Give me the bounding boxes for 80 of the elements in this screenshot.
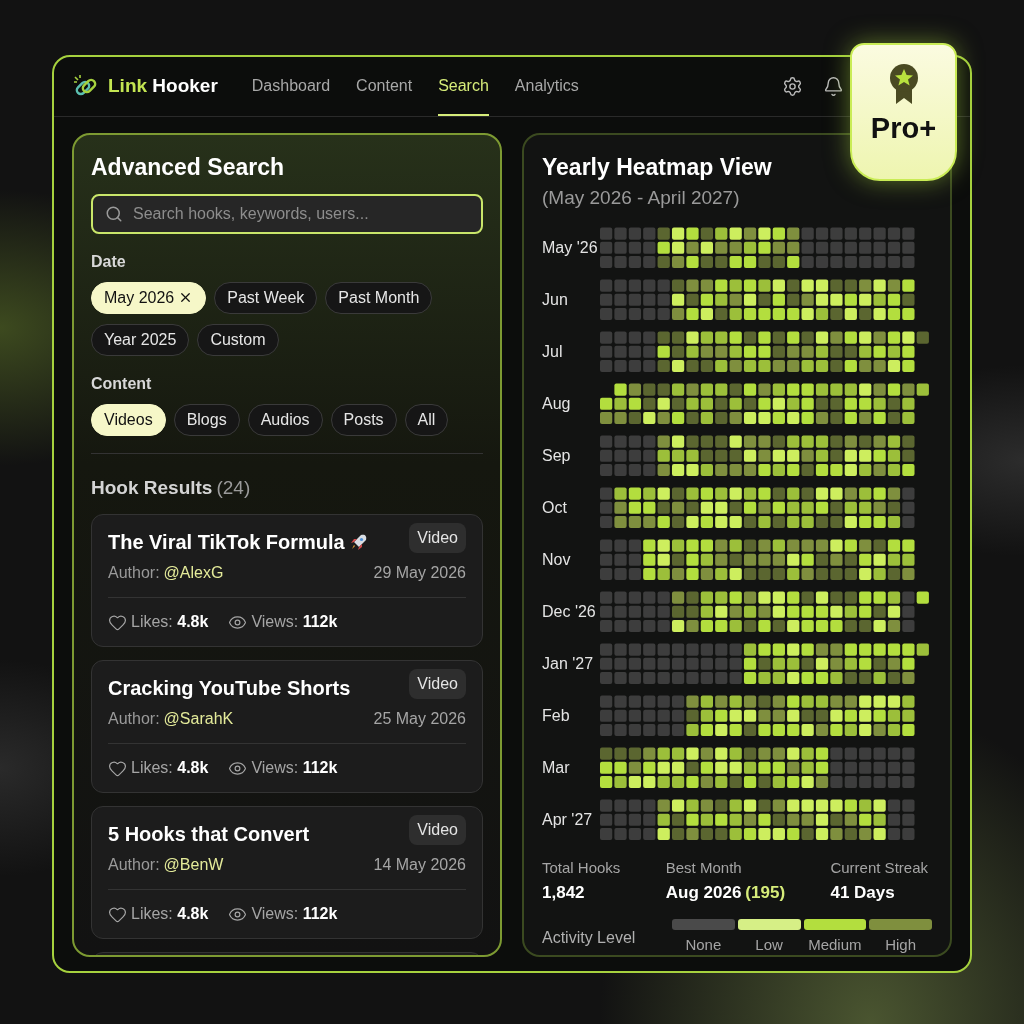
nav-tab[interactable]: Content [356, 57, 413, 116]
views-count: Views: 112k [251, 904, 338, 925]
filter-chip[interactable]: Past Month [325, 281, 433, 314]
month-label: Feb [542, 706, 571, 727]
author-link[interactable]: @SarahK [163, 707, 234, 732]
search-field[interactable]: Search hooks, keywords, users... [91, 193, 483, 234]
nav-tab[interactable]: Analytics [514, 57, 579, 116]
pro-badge[interactable]: Pro+ [850, 43, 957, 181]
likes-count: Likes: 4.8k [131, 612, 209, 633]
nav-tab[interactable]: Dashboard [251, 57, 331, 116]
filter-chip[interactable]: Posts [330, 403, 397, 436]
type-tag: Video [409, 523, 466, 554]
author-link[interactable]: @BenW [163, 853, 224, 878]
stat-label: Best Month [665, 858, 743, 879]
rocket-icon [348, 532, 369, 553]
stat-extra: (195) [745, 881, 786, 904]
month-label: Jul [542, 342, 564, 363]
likes-count: Likes: 4.8k [131, 758, 209, 779]
search-icon [105, 204, 123, 223]
legend-label: High [885, 935, 917, 955]
badge-label: Pro+ [870, 111, 937, 146]
settings-icon[interactable] [782, 76, 803, 97]
legend-label: None [685, 935, 722, 955]
type-tag: Video [409, 669, 466, 700]
panel-title: Yearly Heatmap View [542, 153, 773, 182]
views-count: Views: 112k [251, 612, 338, 633]
stat-value: Aug 2026 [665, 881, 742, 904]
author-label: Author: [108, 563, 160, 584]
month-label: Jun [542, 290, 569, 311]
results-title: Hook Results [91, 475, 213, 500]
month-label: Dec '26 [542, 602, 597, 623]
legend-title: Activity Level [542, 928, 637, 948]
brand-name: Link Hooker [108, 74, 218, 99]
filter-chip[interactable]: Past Week [214, 281, 318, 314]
filter-chip[interactable]: Year 2025 [91, 323, 190, 356]
heart-icon[interactable] [108, 904, 127, 924]
heart-icon[interactable] [108, 758, 127, 778]
month-label: Aug [542, 394, 572, 415]
result-title: The Viral TikTok Formula [108, 530, 345, 556]
likes-count: Likes: 4.8k [131, 904, 209, 925]
filter-chip[interactable]: Videos [91, 403, 166, 436]
result-card[interactable]: The Viral TikTok Formula Video Author: @AlexG 29 May 2026 Likes: 4.8k Views: 112k [91, 514, 483, 648]
filter-chip[interactable]: Blogs [173, 403, 240, 436]
heart-icon[interactable] [108, 612, 127, 632]
author-link[interactable]: @AlexG [163, 561, 224, 586]
result-date: 29 May 2026 [373, 563, 466, 584]
result-date: 14 May 2026 [373, 855, 466, 876]
month-label: Nov [542, 550, 572, 571]
results-count: (24) [216, 475, 251, 500]
bell-icon[interactable] [823, 76, 844, 97]
stat-label: Current Streak [830, 858, 928, 879]
result-card[interactable]: 5 Hooks that Convert Video Author: @BenW 14 May 2026 Likes: 4.8k Views: 112k [91, 806, 483, 940]
section-label: Content [91, 373, 153, 394]
filter-chip[interactable]: May 2026 [91, 281, 207, 314]
result-date: 25 May 2026 [373, 709, 466, 730]
panel-title: Advanced Search [91, 153, 286, 182]
views-count: Views: 112k [251, 758, 338, 779]
type-tag: Video [409, 815, 466, 846]
month-label: Jan '27 [542, 654, 595, 675]
legend-label: Low [755, 935, 783, 955]
author-label: Author: [108, 709, 160, 730]
nav-tab[interactable]: Search [438, 57, 489, 116]
month-label: Mar [542, 758, 571, 779]
month-label: Sep [542, 446, 572, 467]
stat-label: Total Hooks [542, 858, 621, 879]
section-label: Date [91, 251, 127, 272]
month-label: May '26 [542, 238, 599, 259]
filter-chip[interactable]: Audios [247, 403, 323, 436]
filter-chip[interactable]: All [404, 403, 449, 436]
stat-value: 1,842 [542, 881, 585, 904]
month-label: Oct [542, 498, 568, 519]
result-title: 5 Hooks that Convert [108, 822, 310, 848]
result-card[interactable]: Cracking YouTube Shorts Video Author: @SarahK 25 May 2026 Likes: 4.8k Views: 112k [91, 660, 483, 794]
filter-chip[interactable]: Custom [197, 323, 279, 356]
legend-label: Medium [808, 935, 862, 955]
month-label: Apr '27 [542, 810, 594, 831]
author-label: Author: [108, 855, 160, 876]
panel-subtitle: (May 2026 - April 2027) [542, 185, 741, 210]
stat-value: 41 Days [830, 881, 895, 904]
result-title: Cracking YouTube Shorts [108, 676, 351, 702]
